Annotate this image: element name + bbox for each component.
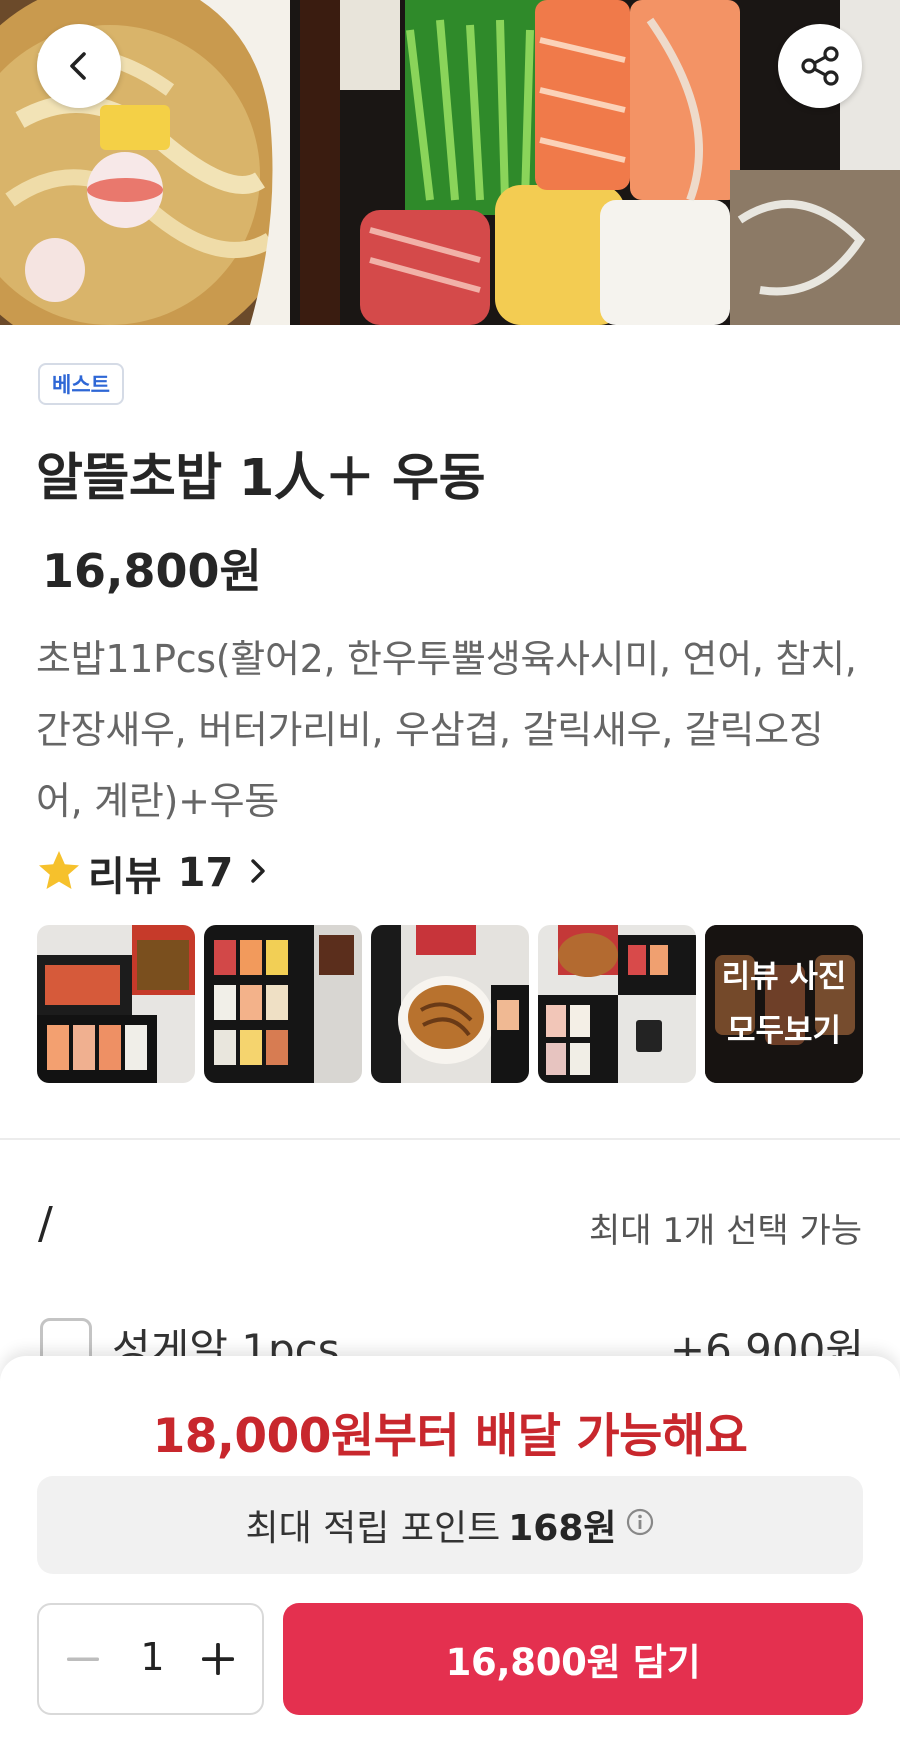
- review-photo[interactable]: [37, 925, 195, 1083]
- view-all-label-line1: 리뷰 사진: [721, 959, 847, 995]
- info-icon[interactable]: [625, 1505, 655, 1546]
- share-button[interactable]: [778, 24, 862, 108]
- add-to-cart-button[interactable]: 16,800원 담기: [283, 1603, 863, 1715]
- chevron-right-icon: [247, 856, 269, 890]
- plus-icon: [200, 1641, 236, 1681]
- review-photo[interactable]: [204, 925, 362, 1083]
- points-label: 최대 적립 포인트: [245, 1508, 501, 1549]
- product-price: 16,800원: [42, 544, 262, 598]
- view-all-overlay: 리뷰 사진 모두보기: [705, 925, 863, 1083]
- view-all-review-photos[interactable]: 리뷰 사진 모두보기: [705, 925, 863, 1083]
- min-order-notice: 18,000원부터 배달 가능해요: [152, 1409, 748, 1464]
- review-count: 17: [177, 850, 234, 896]
- points-value: 168원: [508, 1508, 617, 1549]
- hero-image: [0, 0, 900, 325]
- product-description: 초밥11Pcs(활어2, 한우투뿔생육사시미, 연어, 참치, 간장새우, 버터…: [36, 637, 857, 823]
- option-group-limit: 최대 1개 선택 가능: [588, 1211, 862, 1251]
- product-title: 알뜰초밥 1人＋ 우동: [36, 449, 486, 508]
- share-icon: [798, 44, 842, 88]
- increase-button[interactable]: [190, 1633, 246, 1689]
- review-photo-strip: 리뷰 사진 모두보기: [37, 925, 863, 1083]
- back-button[interactable]: [37, 24, 121, 108]
- view-all-label-line2: 모두보기: [726, 1013, 842, 1049]
- menu-detail-page: 베스트 알뜰초밥 1人＋ 우동 16,800원 초밥11Pcs(활어2, 한우투…: [0, 0, 900, 1752]
- quantity-stepper: 1: [37, 1603, 264, 1715]
- option-group-title: /: [38, 1198, 53, 1249]
- section-divider: [0, 1138, 900, 1140]
- star-icon: [36, 848, 82, 898]
- review-label: 리뷰: [88, 854, 162, 900]
- review-link[interactable]: 리뷰 17: [36, 845, 269, 901]
- points-info-box: 최대 적립 포인트 168원: [37, 1476, 863, 1574]
- best-badge: 베스트: [38, 363, 124, 405]
- review-photo[interactable]: [538, 925, 696, 1083]
- review-photo[interactable]: [371, 925, 529, 1083]
- chevron-left-icon: [62, 49, 96, 83]
- order-bottom-sheet: 18,000원부터 배달 가능해요 최대 적립 포인트 168원 1 16,80…: [0, 1356, 900, 1752]
